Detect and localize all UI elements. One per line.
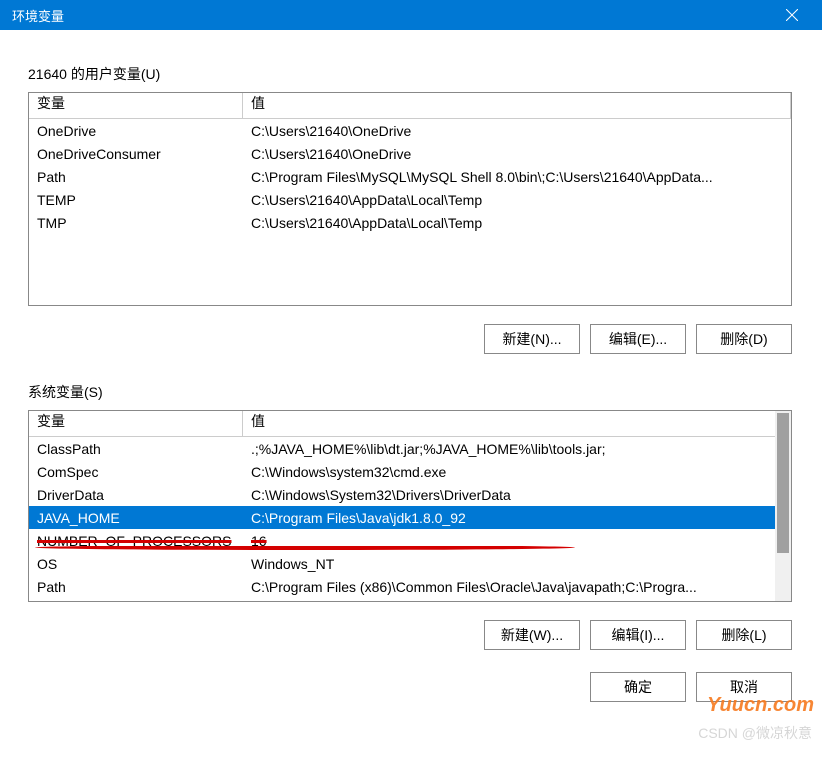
table-row[interactable]: PathC:\Program Files\MySQL\MySQL Shell 8… (29, 165, 791, 188)
cell-variable: OneDriveConsumer (29, 146, 243, 162)
sys-vars-header: 变量 值 (29, 411, 791, 437)
cell-value: C:\Users\21640\OneDrive (243, 146, 791, 162)
close-icon (786, 9, 798, 21)
table-row[interactable]: OneDriveConsumerC:\Users\21640\OneDrive (29, 142, 791, 165)
title-bar: 环境变量 (0, 0, 822, 30)
cell-variable: DriverData (29, 487, 243, 503)
sys-vars-listbox[interactable]: 变量 值 ClassPath.;%JAVA_HOME%\lib\dt.jar;%… (28, 410, 792, 602)
sys-vars-label: 系统变量(S) (28, 382, 794, 402)
close-button[interactable] (772, 0, 812, 30)
sys-delete-button[interactable]: 删除(L) (696, 620, 792, 650)
scroll-thumb[interactable] (777, 413, 789, 553)
table-row[interactable]: ClassPath.;%JAVA_HOME%\lib\dt.jar;%JAVA_… (29, 437, 791, 460)
cell-variable: Path (29, 579, 243, 595)
sys-new-button[interactable]: 新建(W)... (484, 620, 580, 650)
table-row[interactable]: OneDriveC:\Users\21640\OneDrive (29, 119, 791, 142)
cell-value: C:\Windows\System32\Drivers\DriverData (243, 487, 791, 503)
header-variable[interactable]: 变量 (29, 93, 243, 118)
ok-button[interactable]: 确定 (590, 672, 686, 702)
dialog-content: 21640 的用户变量(U) 变量 值 OneDriveC:\Users\216… (0, 30, 822, 712)
cell-value: C:\Program Files\Java\jdk1.8.0_92 (243, 510, 791, 526)
cell-value: .;%JAVA_HOME%\lib\dt.jar;%JAVA_HOME%\lib… (243, 441, 791, 457)
table-row[interactable]: TEMPC:\Users\21640\AppData\Local\Temp (29, 188, 791, 211)
cell-variable: ComSpec (29, 464, 243, 480)
table-row[interactable]: DriverDataC:\Windows\System32\Drivers\Dr… (29, 483, 791, 506)
sys-rows: ClassPath.;%JAVA_HOME%\lib\dt.jar;%JAVA_… (29, 437, 791, 598)
header-value[interactable]: 值 (243, 93, 791, 118)
cell-value: C:\Program Files\MySQL\MySQL Shell 8.0\b… (243, 169, 791, 185)
cell-value: C:\Users\21640\AppData\Local\Temp (243, 192, 791, 208)
user-vars-label: 21640 的用户变量(U) (28, 64, 794, 84)
user-edit-button[interactable]: 编辑(E)... (590, 324, 686, 354)
watermark-csdn: CSDN @微凉秋意 (698, 723, 812, 743)
table-row[interactable]: OSWindows_NT (29, 552, 791, 575)
window-title: 环境变量 (12, 6, 64, 25)
cell-variable: OneDrive (29, 123, 243, 139)
cell-value: C:\Users\21640\OneDrive (243, 123, 791, 139)
table-row[interactable]: JAVA_HOMEC:\Program Files\Java\jdk1.8.0_… (29, 506, 791, 529)
table-row[interactable]: ComSpecC:\Windows\system32\cmd.exe (29, 460, 791, 483)
cell-value: C:\Users\21640\AppData\Local\Temp (243, 215, 791, 231)
user-new-button[interactable]: 新建(N)... (484, 324, 580, 354)
main-button-row: 确定 取消 (28, 672, 792, 702)
cell-variable: ClassPath (29, 441, 243, 457)
watermark-yuucn: Yuucn.com (707, 694, 814, 717)
sys-edit-button[interactable]: 编辑(I)... (590, 620, 686, 650)
red-underline-annotation (35, 545, 575, 550)
cell-value: C:\Program Files (x86)\Common Files\Orac… (243, 579, 791, 595)
cell-value: C:\Windows\system32\cmd.exe (243, 464, 791, 480)
user-rows: OneDriveC:\Users\21640\OneDriveOneDriveC… (29, 119, 791, 234)
cell-value: Windows_NT (243, 556, 791, 572)
cell-variable: TEMP (29, 192, 243, 208)
user-vars-header: 变量 值 (29, 93, 791, 119)
cell-variable: TMP (29, 215, 243, 231)
cell-variable: OS (29, 556, 243, 572)
cell-variable: JAVA_HOME (29, 510, 243, 526)
header-variable[interactable]: 变量 (29, 411, 243, 436)
user-vars-listbox[interactable]: 变量 值 OneDriveC:\Users\21640\OneDriveOneD… (28, 92, 792, 306)
scrollbar[interactable] (775, 411, 791, 601)
user-button-row: 新建(N)... 编辑(E)... 删除(D) (28, 324, 792, 354)
header-value[interactable]: 值 (243, 411, 791, 436)
user-delete-button[interactable]: 删除(D) (696, 324, 792, 354)
cell-variable: Path (29, 169, 243, 185)
table-row[interactable]: PathC:\Program Files (x86)\Common Files\… (29, 575, 791, 598)
table-row[interactable]: TMPC:\Users\21640\AppData\Local\Temp (29, 211, 791, 234)
sys-button-row: 新建(W)... 编辑(I)... 删除(L) (28, 620, 792, 650)
